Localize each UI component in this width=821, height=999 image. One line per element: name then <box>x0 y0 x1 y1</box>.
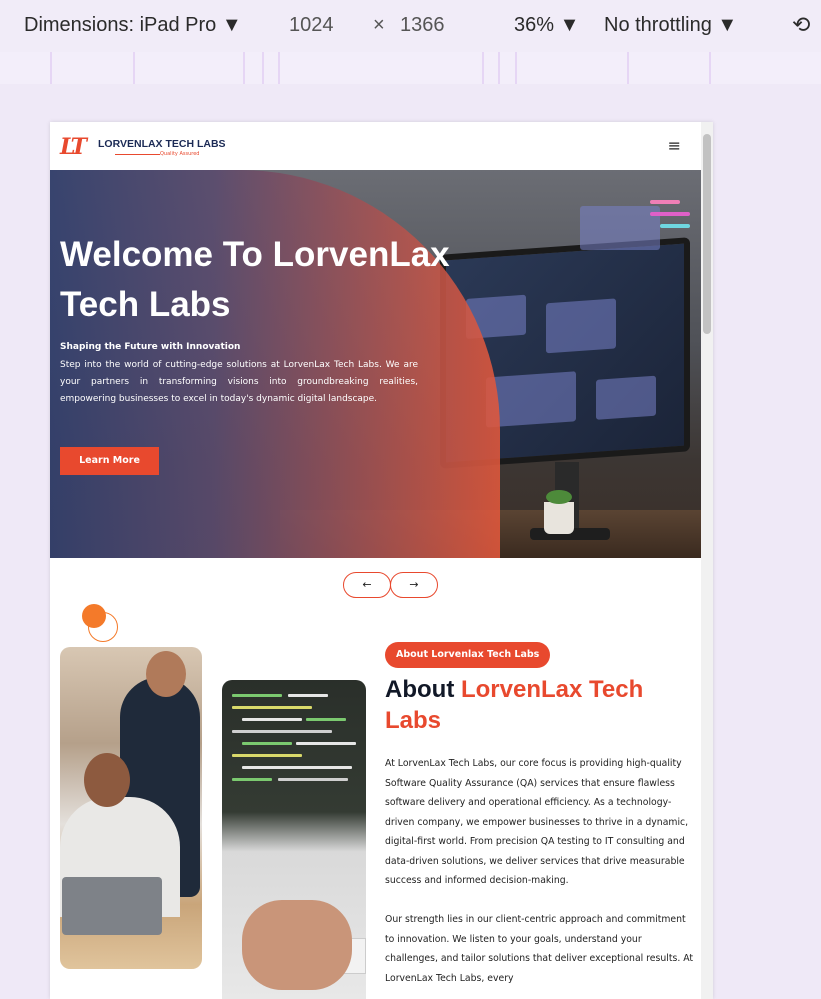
floating-ui-card <box>580 206 660 250</box>
logo-divider <box>115 154 160 155</box>
device-viewport: LT LORVENLAX TECH LABS Quality Assured ≡… <box>50 122 713 999</box>
site-header: LT LORVENLAX TECH LABS Quality Assured ≡ <box>50 122 701 170</box>
logo-tagline: Quality Assured <box>160 151 200 157</box>
device-toolbar: Dimensions: iPad Pro ▼ 1024 × 1366 36% ▼… <box>0 0 821 52</box>
hamburger-menu-icon[interactable]: ≡ <box>668 136 681 155</box>
height-input[interactable]: 1366 <box>400 14 445 37</box>
hero-banner: Welcome To LorvenLax Tech Labs Shaping t… <box>50 170 701 558</box>
logo-mark: LT <box>60 134 87 160</box>
about-badge: About Lorvenlax Tech Labs <box>385 642 551 668</box>
carousel-controls: ← → <box>343 572 439 598</box>
about-title-dark: About <box>385 676 455 703</box>
decorative-ring <box>88 612 118 642</box>
site-logo[interactable]: LT LORVENLAX TECH LABS Quality Assured <box>60 134 230 160</box>
dimension-separator: × <box>373 14 385 36</box>
hero-title: Welcome To LorvenLax Tech Labs <box>60 235 450 324</box>
hero-subtitle: Shaping the Future with Innovation <box>60 342 241 352</box>
scrollbar-thumb[interactable] <box>703 134 711 334</box>
logo-name: LORVENLAX TECH LABS <box>98 138 226 150</box>
team-photo <box>60 647 202 969</box>
page-scrollbar[interactable] <box>701 122 713 999</box>
plant-pot <box>544 490 574 534</box>
media-query-ruler <box>0 52 821 84</box>
width-input[interactable]: 1024 <box>289 14 334 37</box>
code-screen-photo <box>222 680 366 999</box>
zoom-dropdown[interactable]: 36% ▼ <box>514 14 579 37</box>
about-paragraph-2: Our strength lies in our client-centric … <box>385 914 694 984</box>
carousel-next-button[interactable]: → <box>390 572 438 598</box>
carousel-prev-button[interactable]: ← <box>343 572 391 598</box>
about-title: About LorvenLax Tech Labs <box>385 674 695 736</box>
throttling-dropdown[interactable]: No throttling ▼ <box>604 14 737 37</box>
hero-description: Step into the world of cutting-edge solu… <box>60 360 418 404</box>
learn-more-button[interactable]: Learn More <box>60 447 159 475</box>
about-paragraph-1: At LorvenLax Tech Labs, our core focus i… <box>385 758 689 886</box>
rotate-icon[interactable]: ⟲ <box>792 12 810 38</box>
dimensions-dropdown[interactable]: Dimensions: iPad Pro ▼ <box>24 14 242 37</box>
